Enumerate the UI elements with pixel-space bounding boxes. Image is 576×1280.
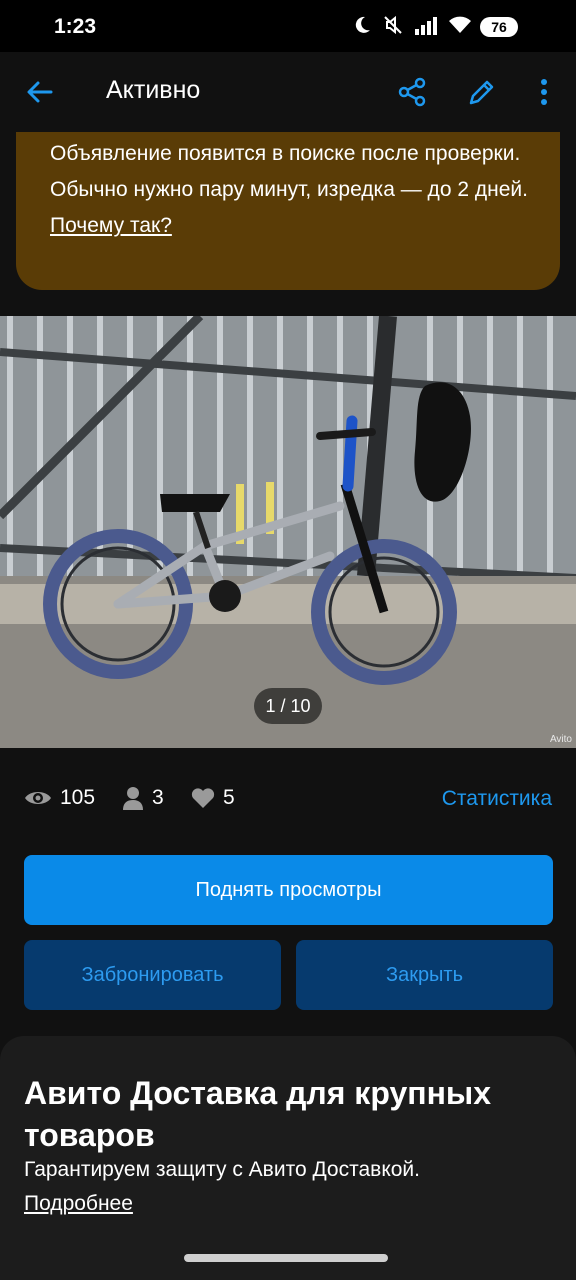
share-icon xyxy=(398,77,426,107)
photo-counter: 1 / 10 xyxy=(254,688,322,724)
arrow-left-icon xyxy=(27,81,53,103)
eye-icon xyxy=(25,792,51,804)
mute-icon xyxy=(384,15,402,35)
notice-text: Объявление появится в поиске после прове… xyxy=(50,142,528,201)
bicycle-photo xyxy=(0,316,576,748)
statistics-link[interactable]: Статистика xyxy=(442,787,552,811)
views-count: 105 xyxy=(60,786,96,809)
delivery-more-link[interactable]: Подробнее xyxy=(24,1192,133,1216)
favorites-count: 5 xyxy=(223,786,235,809)
delivery-subtitle: Гарантируем защиту с Авито Доставкой. xyxy=(24,1158,420,1181)
listing-photo[interactable] xyxy=(0,316,576,748)
moderation-notice: Объявление появится в поиске после прове… xyxy=(16,132,560,290)
page-title: Активно xyxy=(106,76,201,104)
notice-link[interactable]: Почему так? xyxy=(50,214,172,237)
more-vertical-icon xyxy=(541,79,547,105)
promote-button[interactable]: Поднять просмотры xyxy=(24,855,553,925)
book-button[interactable]: Забронировать xyxy=(24,940,281,1010)
favorites-stat: 5 xyxy=(191,786,235,810)
more-button[interactable] xyxy=(524,72,564,112)
delivery-promo-sheet: Авито Доставка для крупных товаров Гаран… xyxy=(0,1036,576,1280)
moon-icon xyxy=(355,16,370,33)
delivery-heading: Авито Доставка для крупных товаров xyxy=(24,1075,492,1153)
contacts-count: 3 xyxy=(152,786,164,809)
signal-icon xyxy=(415,17,437,35)
photo-watermark: Avito xyxy=(549,734,572,745)
contacts-stat: 3 xyxy=(122,786,164,810)
listing-stats: 105 3 5 Статистика xyxy=(0,782,576,818)
status-bar: 1:23 76 xyxy=(0,0,576,52)
app-bar: Активно xyxy=(0,52,576,132)
edit-button[interactable] xyxy=(462,72,502,112)
close-listing-button[interactable]: Закрыть xyxy=(296,940,553,1010)
notice-text-block: Объявление появится в поиске после прове… xyxy=(50,136,530,244)
views-stat: 105 xyxy=(24,786,95,810)
status-time: 1:23 xyxy=(54,15,97,38)
heart-icon xyxy=(191,788,215,808)
back-button[interactable] xyxy=(20,72,60,112)
person-icon xyxy=(123,787,143,810)
wifi-icon xyxy=(449,16,471,33)
battery-indicator: 76 xyxy=(480,17,518,37)
pencil-icon xyxy=(469,80,494,105)
share-button[interactable] xyxy=(392,72,432,112)
gesture-bar[interactable] xyxy=(184,1254,388,1262)
status-icons xyxy=(352,14,472,36)
content: Объявление появится в поиске после прове… xyxy=(0,132,576,1280)
